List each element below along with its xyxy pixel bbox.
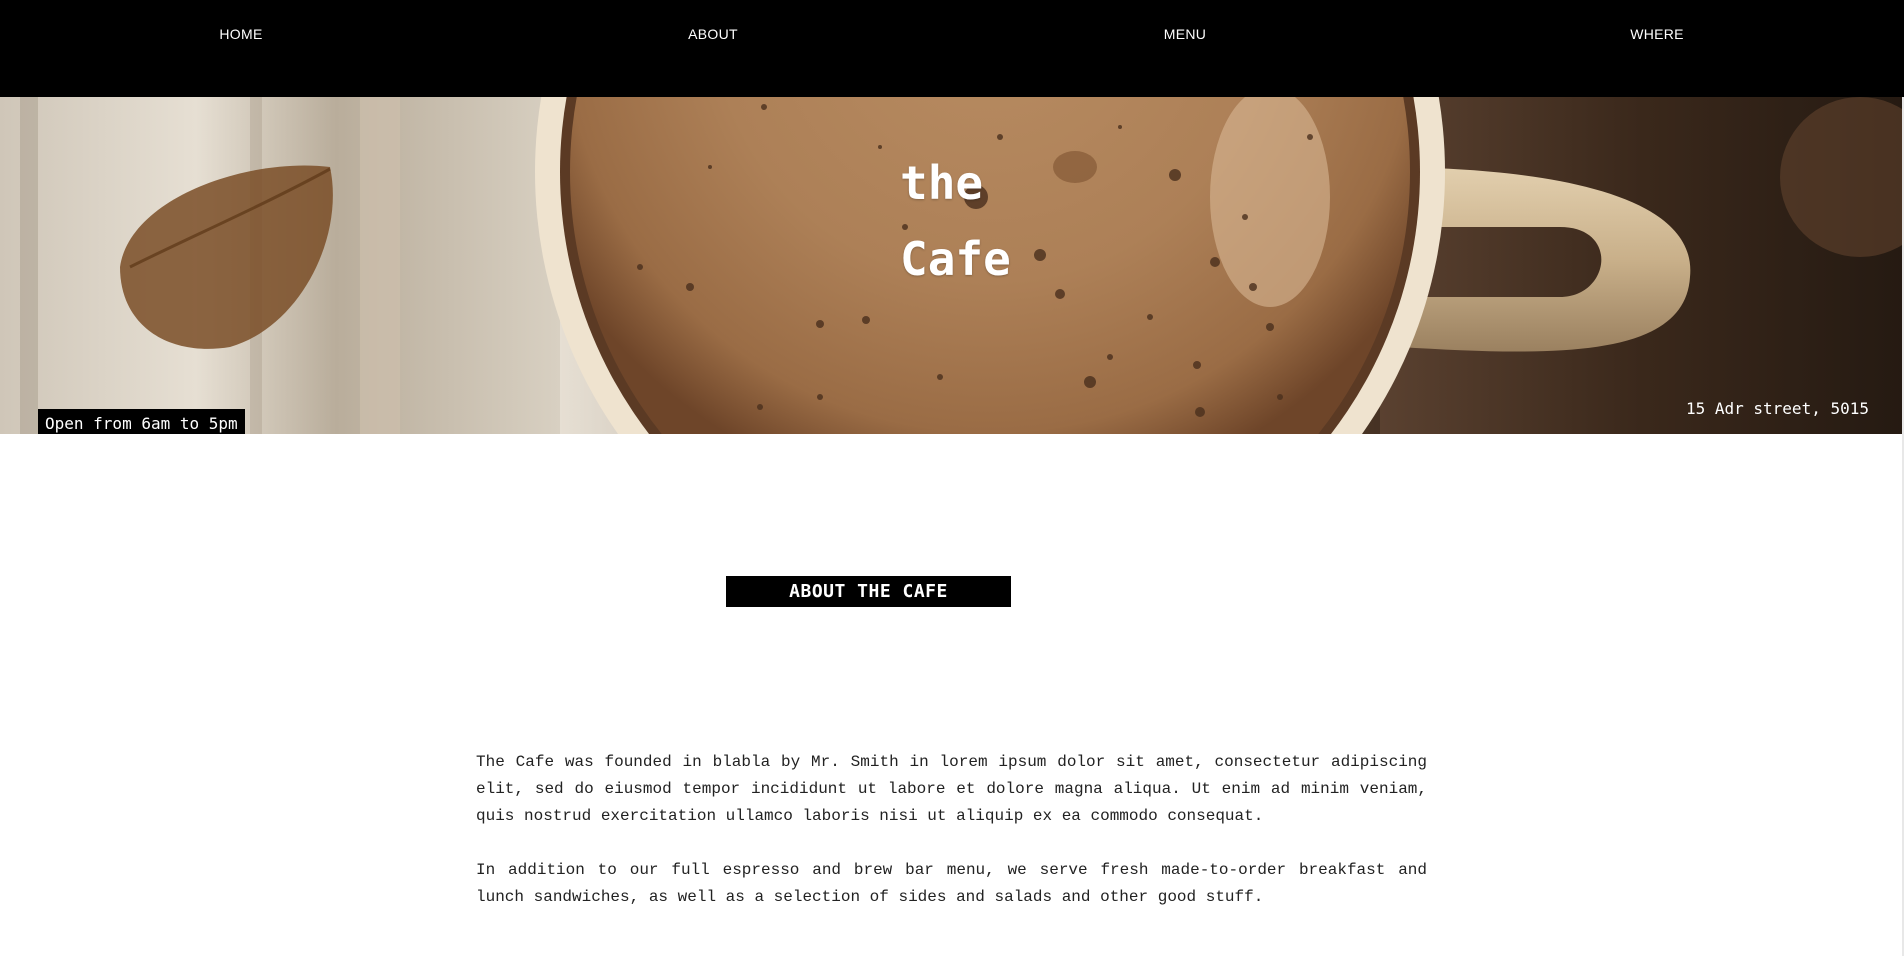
nav-link-home[interactable]: HOME xyxy=(141,26,341,42)
about-paragraph: The Cafe was founded in blabla by Mr. Sm… xyxy=(476,753,1427,825)
address-text: 15 Adr street, 5015 xyxy=(1685,399,1869,418)
nav-link-where[interactable]: WHERE xyxy=(1557,26,1757,42)
opening-hours-badge: Open from 6am to 5pm xyxy=(38,409,245,434)
about-paragraph: In addition to our full espresso and bre… xyxy=(476,861,1427,906)
page: HOME ABOUT MENU WHERE the Cafe Open from… xyxy=(0,0,1904,956)
nav-link-about[interactable]: ABOUT xyxy=(613,26,813,42)
hero-banner: the Cafe Open from 6am to 5pm 15 Adr str… xyxy=(0,97,1904,434)
hero-title-line-1: the xyxy=(900,156,984,210)
about-body: The Cafe was founded in blabla by Mr. Sm… xyxy=(476,749,1427,938)
about-heading: ABOUT THE CAFE xyxy=(726,576,1011,607)
hero-title: the Cafe xyxy=(900,145,1011,297)
top-navigation-bar: HOME ABOUT MENU WHERE xyxy=(0,0,1904,97)
hero-title-line-2: Cafe xyxy=(900,232,1011,286)
nav-link-menu[interactable]: MENU xyxy=(1085,26,1285,42)
